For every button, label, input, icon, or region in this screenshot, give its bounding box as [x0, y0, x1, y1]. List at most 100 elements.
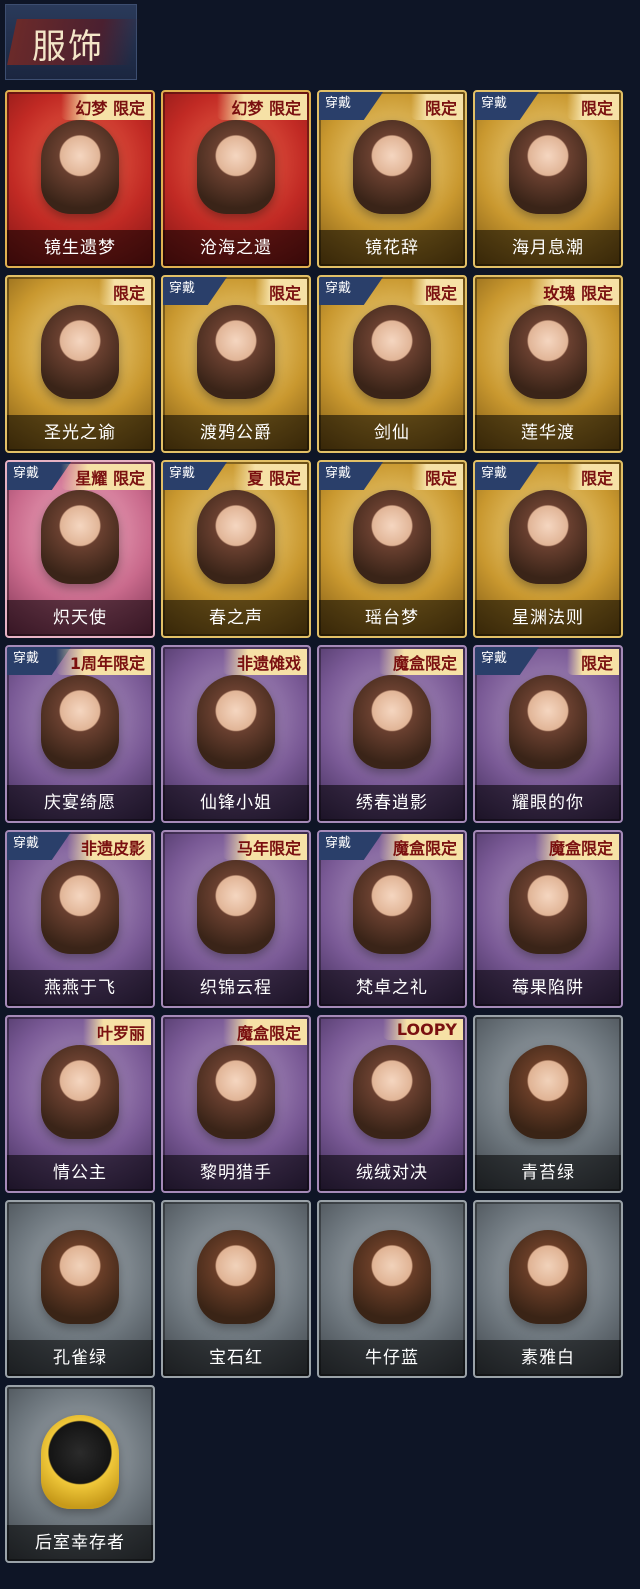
costume-header: 服饰	[5, 4, 141, 80]
worn-badge: 穿戴	[475, 647, 539, 675]
worn-badge: 穿戴	[319, 462, 383, 490]
costume-card[interactable]: 宝石红	[161, 1200, 311, 1378]
costume-card[interactable]: 魔盒限定 莓果陷阱	[473, 830, 623, 1008]
costume-portrait	[197, 1230, 275, 1324]
limited-tag: 马年限定	[222, 834, 307, 860]
limited-tag: 限定	[254, 279, 307, 305]
costume-name: 镜生遗梦	[7, 230, 153, 266]
costume-portrait	[197, 490, 275, 584]
costume-card[interactable]: 穿戴 星耀 限定 炽天使	[5, 460, 155, 638]
costume-card[interactable]: 穿戴 限定 星渊法则	[473, 460, 623, 638]
costume-name: 黎明猎手	[163, 1155, 309, 1191]
costume-portrait	[41, 120, 119, 214]
costume-portrait	[41, 1415, 119, 1509]
costume-card[interactable]: 穿戴 限定 剑仙	[317, 275, 467, 453]
costume-card[interactable]: 马年限定织锦云程	[161, 830, 311, 1008]
costume-name: 牛仔蓝	[319, 1340, 465, 1376]
costume-card[interactable]: 穿戴 1周年限定 庆宴绮愿	[5, 645, 155, 823]
limited-tag: 玫瑰 限定	[529, 279, 619, 305]
costume-name: 素雅白	[475, 1340, 621, 1376]
costume-name: 情公主	[7, 1155, 153, 1191]
limited-tag: 叶罗丽	[82, 1019, 151, 1045]
costume-card[interactable]: 魔盒限定 黎明猎手	[161, 1015, 311, 1193]
costume-name: 青苔绿	[475, 1155, 621, 1191]
costume-portrait	[41, 490, 119, 584]
costume-name: 梵卓之礼	[319, 970, 465, 1006]
costume-card[interactable]: 叶罗丽情公主	[5, 1015, 155, 1193]
costume-card[interactable]: 幻梦 限定 沧海之遗	[161, 90, 311, 268]
limited-tag: 限定	[566, 94, 619, 120]
costume-portrait	[353, 490, 431, 584]
costume-portrait	[509, 675, 587, 769]
costume-portrait	[197, 860, 275, 954]
costume-card[interactable]: 穿戴 限定渡鸦公爵	[161, 275, 311, 453]
worn-badge: 穿戴	[475, 92, 539, 120]
limited-tag: 魔盒限定	[378, 649, 463, 675]
costume-name: 后室幸存者	[7, 1525, 153, 1561]
costume-portrait	[41, 675, 119, 769]
worn-badge: 穿戴	[7, 832, 71, 860]
costume-card[interactable]: 幻梦 限定镜生遗梦	[5, 90, 155, 268]
costume-card[interactable]: LOOPY 绒绒对决	[317, 1015, 467, 1193]
costume-card[interactable]: 限定圣光之谕	[5, 275, 155, 453]
costume-portrait	[353, 120, 431, 214]
limited-tag: 非遗傩戏	[222, 649, 307, 675]
worn-badge: 穿戴	[163, 277, 227, 305]
costume-portrait	[509, 1045, 587, 1139]
costume-card[interactable]: 魔盒限定 绣春逍影	[317, 645, 467, 823]
costume-portrait	[41, 1045, 119, 1139]
costume-card[interactable]: 穿戴 限定海月息潮	[473, 90, 623, 268]
limited-tag: 魔盒限定	[534, 834, 619, 860]
worn-badge: 穿戴	[163, 462, 227, 490]
page-title: 服饰	[32, 27, 104, 67]
costume-name: 渡鸦公爵	[163, 415, 309, 451]
costume-name: 绒绒对决	[319, 1155, 465, 1191]
costume-portrait	[509, 860, 587, 954]
costume-portrait	[197, 305, 275, 399]
costume-name: 海月息潮	[475, 230, 621, 266]
limited-tag: 限定	[410, 279, 463, 305]
costume-name: 宝石红	[163, 1340, 309, 1376]
limited-tag: 限定	[410, 94, 463, 120]
costume-portrait	[509, 305, 587, 399]
costume-card[interactable]: 穿戴 魔盒限定 梵卓之礼	[317, 830, 467, 1008]
costume-card[interactable]: 素雅白	[473, 1200, 623, 1378]
costume-card[interactable]: 穿戴 限定瑶台梦	[317, 460, 467, 638]
limited-tag: 限定	[566, 464, 619, 490]
costume-name: 圣光之谕	[7, 415, 153, 451]
limited-tag: 幻梦 限定	[217, 94, 307, 120]
costume-card[interactable]: 穿戴夏 限定 春之声	[161, 460, 311, 638]
worn-badge: 穿戴	[319, 92, 383, 120]
costume-name: 星渊法则	[475, 600, 621, 636]
costume-card[interactable]: 非遗傩戏 仙锋小姐	[161, 645, 311, 823]
costume-name: 瑶台梦	[319, 600, 465, 636]
costume-card[interactable]: 玫瑰 限定莲华渡	[473, 275, 623, 453]
costume-card[interactable]: 穿戴 限定镜花辞	[317, 90, 467, 268]
costume-card[interactable]: 穿戴 限定耀眼的你	[473, 645, 623, 823]
costume-name: 织锦云程	[163, 970, 309, 1006]
costume-portrait	[509, 120, 587, 214]
costume-card[interactable]: 后室幸存者	[5, 1385, 155, 1563]
costume-card[interactable]: 牛仔蓝	[317, 1200, 467, 1378]
costume-portrait	[353, 675, 431, 769]
costume-portrait	[353, 1045, 431, 1139]
costume-name: 莲华渡	[475, 415, 621, 451]
worn-badge: 穿戴	[319, 832, 383, 860]
costume-portrait	[197, 120, 275, 214]
limited-tag: 1周年限定	[55, 649, 151, 675]
limited-tag: 限定	[410, 464, 463, 490]
costume-portrait	[509, 490, 587, 584]
limited-tag: LOOPY	[382, 1019, 463, 1040]
costume-card[interactable]: 孔雀绿	[5, 1200, 155, 1378]
costume-name: 镜花辞	[319, 230, 465, 266]
costume-card[interactable]: 穿戴 非遗皮影 燕燕于飞	[5, 830, 155, 1008]
costume-portrait	[41, 860, 119, 954]
costume-portrait	[353, 305, 431, 399]
costume-portrait	[353, 1230, 431, 1324]
limited-tag: 限定	[98, 279, 151, 305]
costume-card[interactable]: 青苔绿	[473, 1015, 623, 1193]
limited-tag: 幻梦 限定	[61, 94, 151, 120]
costume-name: 耀眼的你	[475, 785, 621, 821]
limited-tag: 限定	[566, 649, 619, 675]
costume-portrait	[41, 305, 119, 399]
